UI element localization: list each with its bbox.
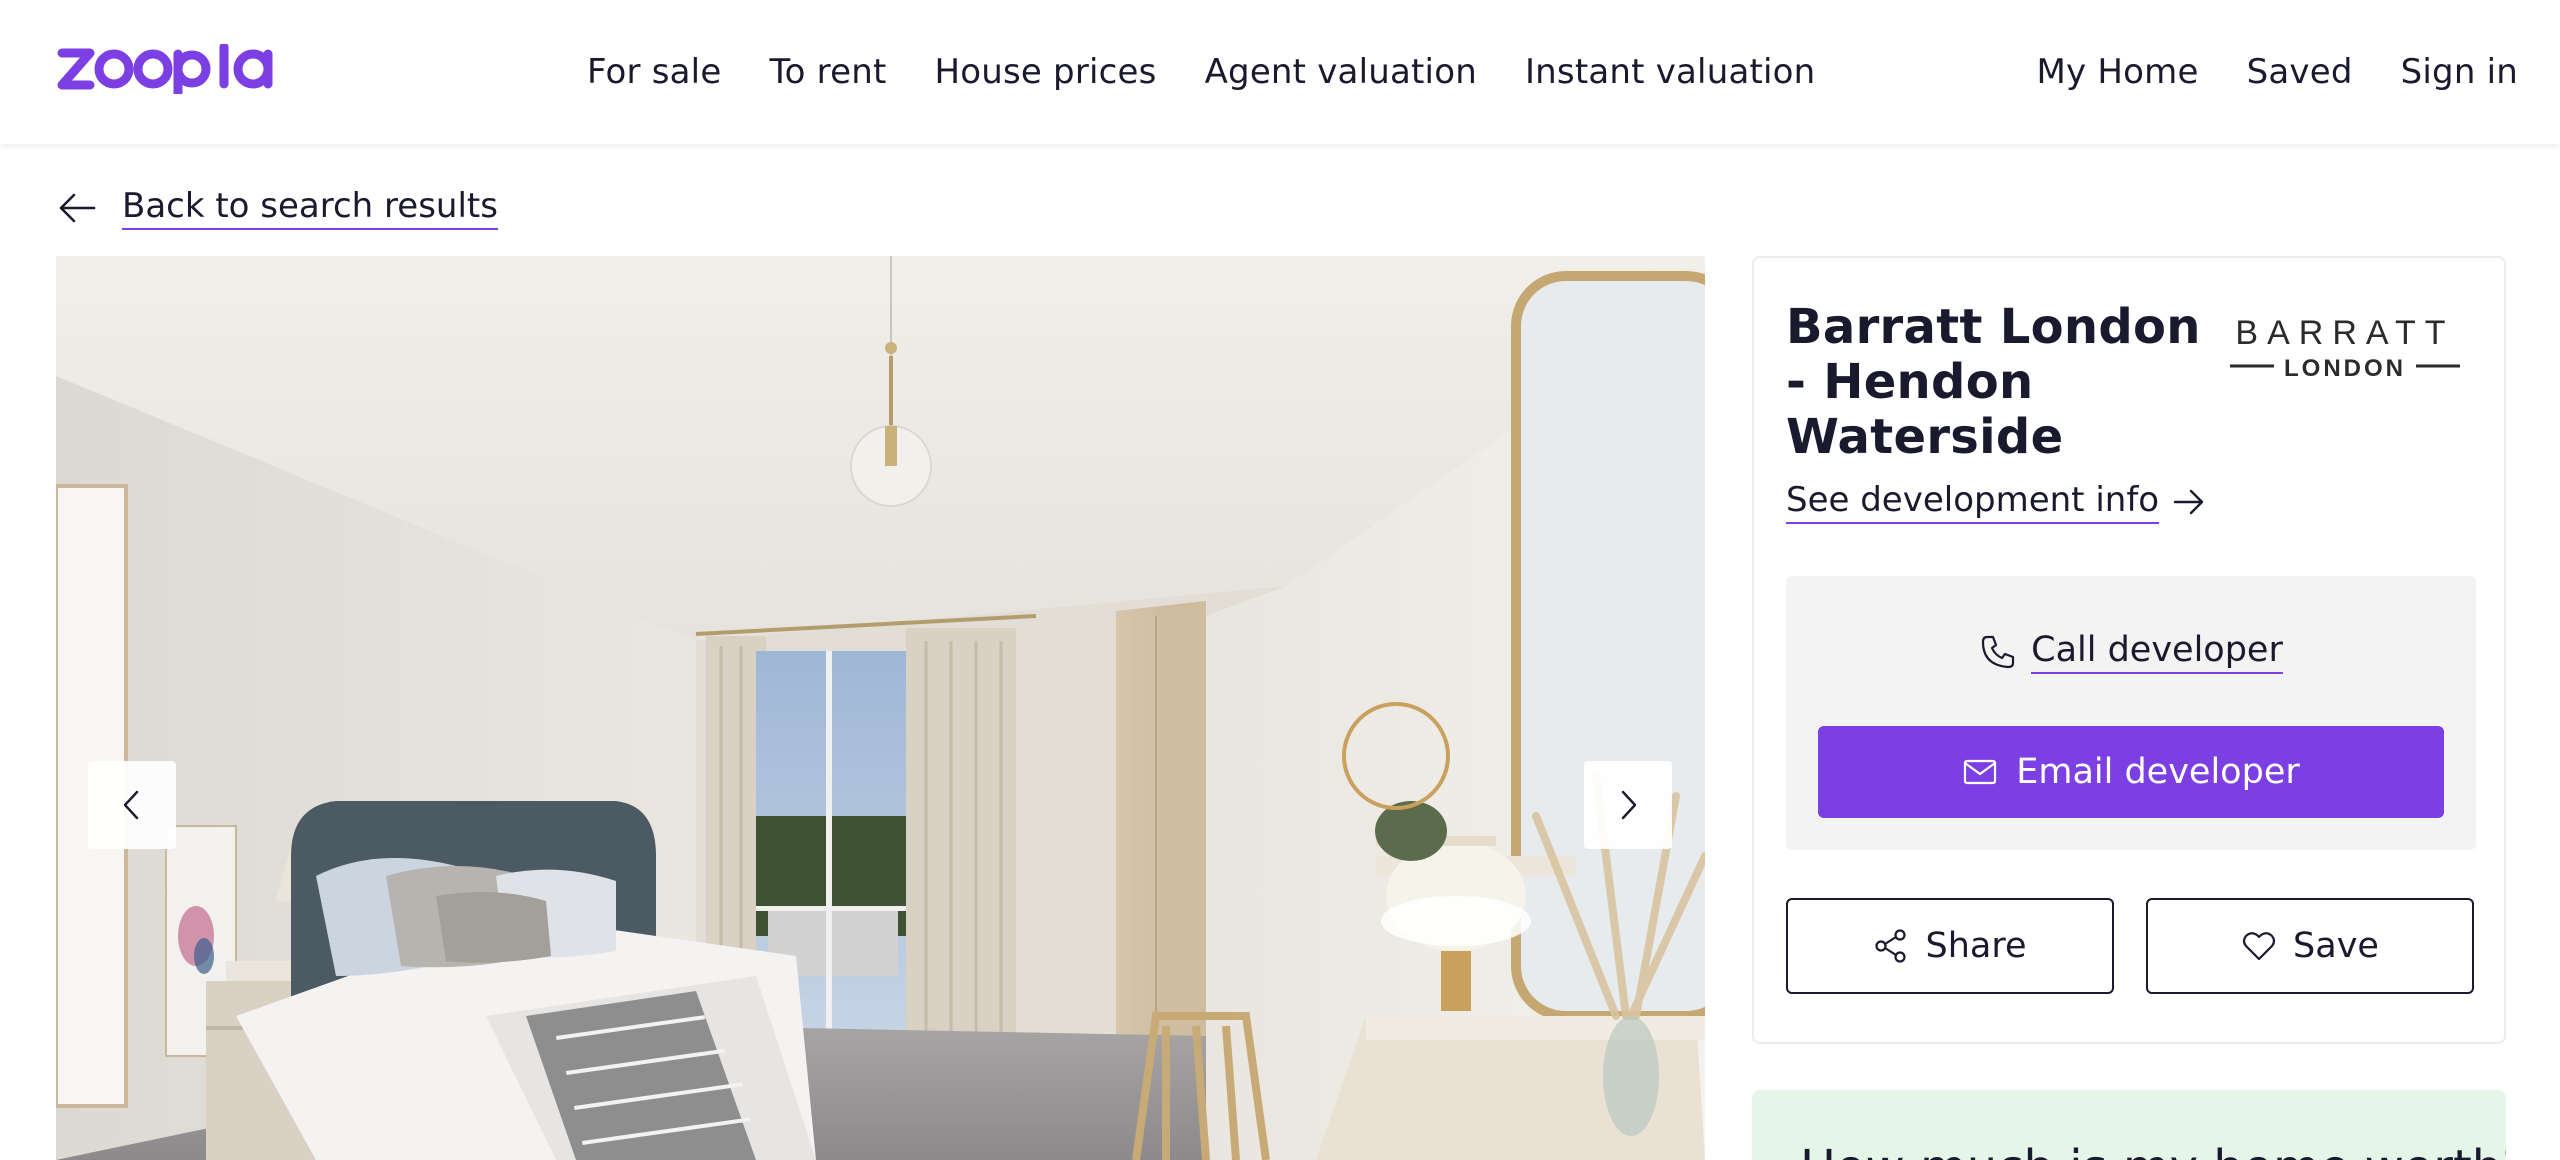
- gallery-next-button[interactable]: [1584, 761, 1672, 849]
- call-developer-button[interactable]: Call developer: [1786, 622, 2476, 682]
- nav-agent-valuation[interactable]: Agent valuation: [1205, 52, 1477, 92]
- share-label: Share: [1925, 926, 2027, 966]
- nav-saved[interactable]: Saved: [2247, 52, 2353, 92]
- nav-my-home[interactable]: My Home: [2037, 52, 2199, 92]
- save-button[interactable]: Save: [2146, 898, 2474, 994]
- logo-text-bottom: LONDON: [2284, 355, 2406, 380]
- main-navigation: For sale To rent House prices Agent valu…: [587, 0, 1815, 144]
- zoopla-logo-mark: [57, 44, 273, 94]
- developer-logo-mark: BARRATT LONDON: [2230, 314, 2460, 380]
- email-developer-label: Email developer: [2016, 752, 2300, 792]
- developer-name: Barratt London - Hendon Waterside: [1786, 299, 2201, 465]
- developer-contact-card: Barratt London - Hendon Waterside BARRAT…: [1752, 256, 2506, 1044]
- share-button[interactable]: Share: [1786, 898, 2114, 994]
- site-header: For sale To rent House prices Agent valu…: [0, 0, 2560, 144]
- contact-actions: Call developer Email developer: [1786, 576, 2476, 850]
- save-label: Save: [2293, 926, 2379, 966]
- phone-icon: [1982, 635, 2015, 669]
- zoopla-logo[interactable]: [56, 44, 278, 94]
- home-valuation-promo[interactable]: How much is my home worth?: [1752, 1090, 2506, 1160]
- nav-sign-in[interactable]: Sign in: [2401, 52, 2518, 92]
- nav-to-rent[interactable]: To rent: [769, 52, 886, 92]
- logo-text-top: BARRATT: [2235, 314, 2454, 352]
- property-image-gallery[interactable]: [56, 256, 1705, 1160]
- arrow-left-icon: [59, 193, 96, 223]
- call-developer-label: Call developer: [2031, 630, 2283, 674]
- chevron-left-icon: [123, 790, 139, 820]
- nav-house-prices[interactable]: House prices: [934, 52, 1156, 92]
- promo-heading: How much is my home worth?: [1800, 1140, 2506, 1160]
- arrow-right-icon: [2173, 489, 2204, 515]
- share-icon: [1875, 929, 1907, 963]
- envelope-icon: [1964, 759, 1997, 785]
- development-info-link[interactable]: See development info: [1786, 480, 2207, 524]
- barratt-london-logo: BARRATT LONDON: [2228, 314, 2462, 380]
- nav-for-sale[interactable]: For sale: [587, 52, 721, 92]
- chevron-right-icon: [1621, 790, 1637, 820]
- gallery-previous-button[interactable]: [88, 761, 176, 849]
- bedroom-photo: [56, 256, 1705, 1160]
- email-developer-button[interactable]: Email developer: [1818, 726, 2444, 818]
- back-to-results-link[interactable]: Back to search results: [56, 186, 498, 230]
- heart-icon: [2242, 932, 2276, 961]
- account-navigation: My Home Saved Sign in: [2037, 0, 2519, 144]
- back-link-label: Back to search results: [122, 186, 498, 230]
- development-info-label: See development info: [1786, 480, 2160, 524]
- nav-instant-valuation[interactable]: Instant valuation: [1525, 52, 1815, 92]
